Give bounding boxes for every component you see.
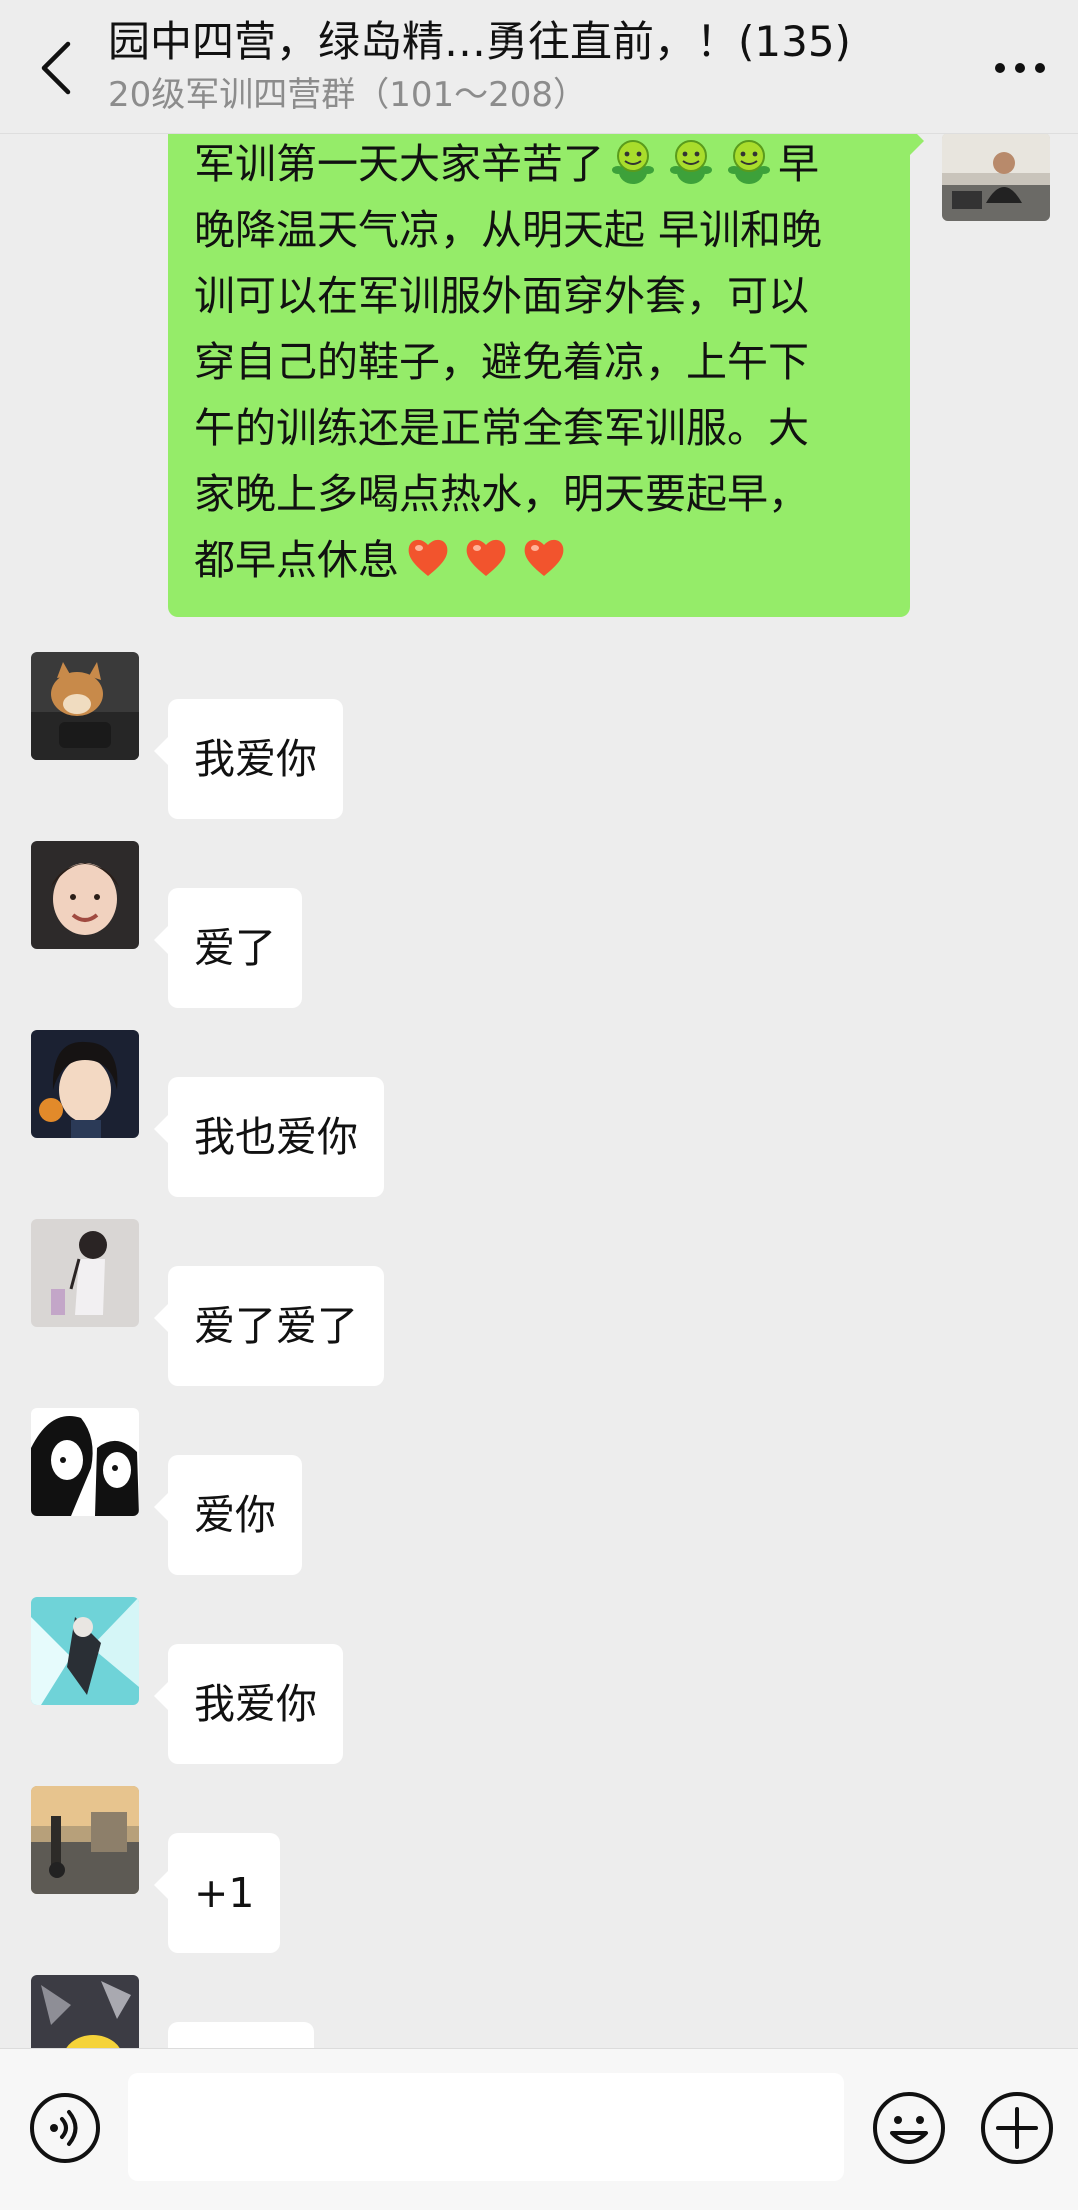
my-message-bubble[interactable]: 军训第一天大家辛苦了早 晚降温天气凉，从明天起 早训和晚 训可以在军训服外面穿外…: [168, 133, 924, 617]
my-message-row: 军训第一天大家辛苦了早 晚降温天气凉，从明天起 早训和晚 训可以在军训服外面穿外…: [0, 133, 1078, 623]
message-bubble[interactable]: [168, 2022, 314, 2048]
frog-emoji-icon: [670, 140, 712, 184]
avatar-image: [31, 1597, 139, 1705]
frog-emoji-icon: [612, 140, 654, 184]
message-bubble[interactable]: 我也爱你: [154, 1077, 384, 1197]
smiley-icon[interactable]: [870, 2089, 948, 2167]
heart-emoji-icon: [524, 539, 564, 576]
my-avatar[interactable]: [942, 133, 1050, 221]
input-bar: [0, 2048, 1078, 2210]
avatar-image: [31, 841, 139, 949]
message-bubble[interactable]: +1: [153, 1833, 281, 1953]
message-row: 爱了爱了: [0, 1219, 1078, 1399]
sender-avatar[interactable]: [31, 1030, 139, 1138]
message-bubble[interactable]: 爱你: [154, 1455, 302, 1575]
message-bubble[interactable]: 我爱你: [154, 699, 343, 819]
frog-emoji-icon: [728, 140, 770, 184]
heart-emoji-icon: [408, 539, 448, 576]
sender-avatar[interactable]: [31, 1786, 139, 1894]
chat-header: 园中四营，绿岛精…勇往直前，！(135) 20级军训四营群（101～208）: [0, 0, 1078, 134]
message-bubble[interactable]: 我爱你: [154, 1644, 343, 1764]
sender-avatar[interactable]: [31, 841, 139, 949]
message-row: 爱了: [0, 841, 1078, 1021]
message-line: 训可以在军训服外面穿外套，可以: [194, 272, 809, 320]
more-dots-icon: [995, 63, 1045, 73]
avatar-image: [31, 1030, 139, 1138]
back-arrow-icon: [41, 41, 71, 95]
avatar-image: [31, 1786, 139, 1894]
back-button[interactable]: [30, 38, 80, 98]
message-list[interactable]: 军训第一天大家辛苦了早 晚降温天气凉，从明天起 早训和晚 训可以在军训服外面穿外…: [0, 133, 1078, 2048]
message-bubble[interactable]: 爱了爱了: [154, 1266, 384, 1386]
message-row: +1: [0, 1786, 1078, 1966]
avatar-image: [942, 133, 1050, 221]
message-row: 我爱你: [0, 652, 1078, 832]
avatar-image: [31, 652, 139, 760]
chat-title: 园中四营，绿岛精…勇往直前，！(135): [108, 17, 851, 66]
heart-emoji-icon: [466, 539, 506, 576]
message-bubble[interactable]: 爱了: [154, 888, 302, 1008]
avatar-image: [31, 1219, 139, 1327]
message-row: 爱你: [0, 1408, 1078, 1588]
more-button[interactable]: [990, 48, 1050, 88]
message-line: 穿自己的鞋子，避免着凉，上午下: [194, 338, 809, 386]
sender-avatar[interactable]: [31, 652, 139, 760]
sender-avatar[interactable]: [31, 1597, 139, 1705]
sender-avatar[interactable]: [31, 1975, 139, 2048]
avatar-image: [31, 1408, 139, 1516]
message-line: 家晚上多喝点热水，明天要起早，: [194, 470, 809, 518]
message-line: 晚降温天气凉，从明天起 早训和晚: [194, 206, 823, 254]
voice-icon[interactable]: [28, 2091, 102, 2165]
message-row: 我爱你: [0, 1597, 1078, 1777]
sender-avatar[interactable]: [31, 1408, 139, 1516]
message-row: 我也爱你: [0, 1030, 1078, 1210]
message-row: [0, 1975, 1078, 2048]
message-line: 都早点休息: [194, 527, 884, 593]
plus-icon[interactable]: [978, 2089, 1056, 2167]
message-input[interactable]: [128, 2073, 844, 2181]
chat-subtitle: 20级军训四营群（101～208）: [108, 75, 588, 115]
avatar-image: [31, 1975, 139, 2048]
message-line: 军训第一天大家辛苦了早: [194, 133, 884, 197]
message-line: 午的训练还是正常全套军训服。大: [194, 404, 809, 452]
sender-avatar[interactable]: [31, 1219, 139, 1327]
